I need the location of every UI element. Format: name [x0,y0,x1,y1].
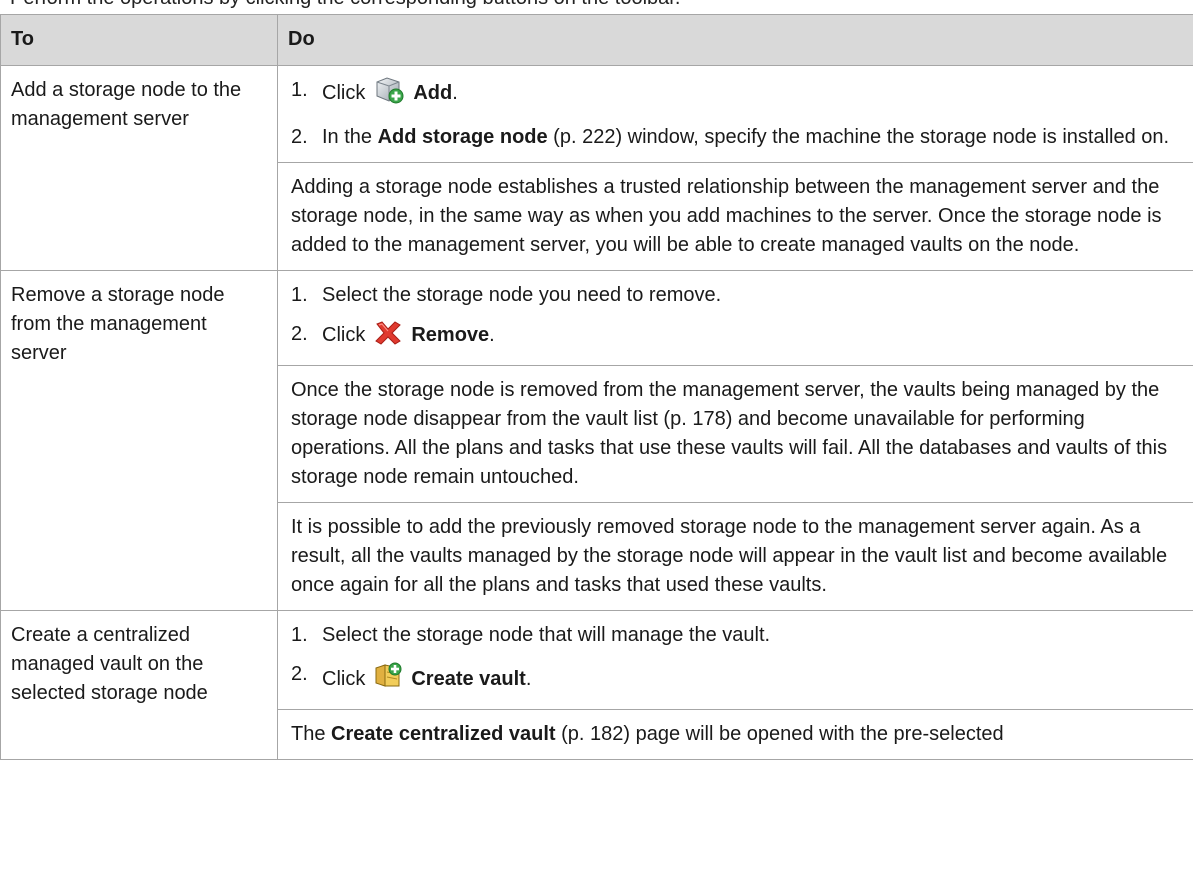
step-bold-label: Remove [411,324,490,346]
step-item: 1. Select the storage node that will man… [278,611,1193,650]
step-text: Click [322,324,366,346]
row-steps-cell: 1. Select the storage node that will man… [277,610,1193,760]
step-item: 2. Click Remove. [278,310,1193,355]
table-header-row: To Do [0,14,1193,66]
step-bold-label: Add storage node [377,126,548,148]
row-action-cell: Create a centralized managed vault on th… [0,610,278,760]
step-item: 2. Click Create vault. [278,650,1193,699]
step-text: Select the storage node you need to remo… [322,284,722,306]
step-item: 1. Click Add. [278,66,1193,113]
add-storage-node-icon [373,76,405,113]
step-number: 1. [291,79,308,101]
step-text: In the [322,126,373,148]
create-vault-icon [373,660,403,699]
description-paragraph: Adding a storage node establishes a trus… [278,162,1193,270]
step-suffix: . [525,668,532,690]
column-header-do: Do [277,14,1193,66]
step-number: 2. [291,126,308,148]
operations-table: To Do Add a storage node to the manageme… [0,14,1193,760]
step-suffix: (p. 222) window, specify the machine the… [547,126,1170,148]
step-suffix: . [452,82,458,104]
description-paragraph: Once the storage node is removed from th… [278,365,1193,502]
column-header-to: To [0,14,278,66]
step-number: 1. [291,284,308,306]
step-number: 1. [291,624,308,646]
row-steps-cell: 1. Select the storage node you need to r… [277,270,1193,611]
step-number: 2. [291,663,308,685]
row-action-cell: Add a storage node to the management ser… [0,65,278,271]
step-text: Click [322,668,366,690]
table-row: Create a centralized managed vault on th… [0,610,1193,760]
table-row: Remove a storage node from the managemen… [0,270,1193,611]
row-action-cell: Remove a storage node from the managemen… [0,270,278,611]
document-page: Perform the operations by clicking the c… [0,0,1193,883]
step-item: 1. Select the storage node you need to r… [278,271,1193,310]
step-bold-label: Add [413,82,453,104]
step-text: Click [322,82,366,104]
step-bold-label: Create vault [411,668,526,690]
step-item: 2. In the Add storage node (p. 222) wind… [278,113,1193,152]
step-suffix: . [489,324,495,346]
step-number: 2. [291,323,308,345]
table-row: Add a storage node to the management ser… [0,65,1193,271]
row-steps-cell: 1. Click Add. 2. In the Add storage node… [277,65,1193,271]
description-paragraph: It is possible to add the previously rem… [278,502,1193,610]
step-text: Select the storage node that will manage… [322,624,771,646]
remove-x-icon [373,320,403,355]
intro-text-cut: Perform the operations by clicking the c… [10,0,680,10]
description-paragraph-cut: The Create centralized vault (p. 182) pa… [278,709,1193,759]
